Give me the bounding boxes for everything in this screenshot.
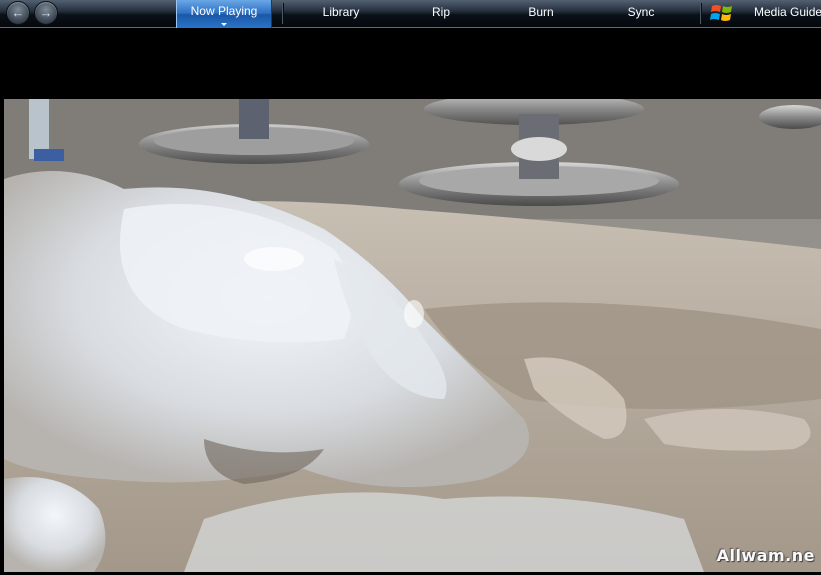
forward-arrow-icon: → — [39, 5, 53, 20]
media-player-window: ← → Now Playing Library Rip Burn Sync Me… — [0, 0, 821, 575]
tab-rip[interactable]: Rip — [410, 0, 472, 28]
tab-media-guide-label: Media Guide — [754, 5, 821, 19]
forward-button[interactable]: → — [34, 1, 58, 25]
tab-separator — [700, 3, 701, 24]
tab-library-label: Library — [322, 5, 360, 19]
tab-separator — [282, 3, 283, 24]
tab-burn[interactable]: Burn — [508, 0, 574, 28]
tab-burn-label: Burn — [528, 5, 554, 19]
back-button[interactable]: ← — [6, 1, 30, 25]
tab-now-playing[interactable]: Now Playing — [176, 0, 272, 28]
video-watermark: Allwam.ne — [716, 546, 815, 565]
back-arrow-icon: ← — [11, 5, 25, 20]
tab-library[interactable]: Library — [300, 0, 382, 28]
top-navigation-bar: ← → Now Playing Library Rip Burn Sync Me… — [0, 0, 821, 28]
tab-sync-label: Sync — [627, 5, 655, 19]
tab-media-guide[interactable]: Media Guide — [740, 0, 821, 28]
tab-now-playing-label: Now Playing — [190, 4, 258, 18]
tab-now-playing-dropdown-icon[interactable] — [221, 23, 227, 26]
windows-logo-icon — [710, 5, 732, 21]
video-frame-image — [4, 99, 821, 572]
tab-rip-label: Rip — [431, 5, 450, 19]
tab-sync[interactable]: Sync — [610, 0, 672, 28]
video-playback-area[interactable]: Allwam.ne — [4, 99, 821, 572]
